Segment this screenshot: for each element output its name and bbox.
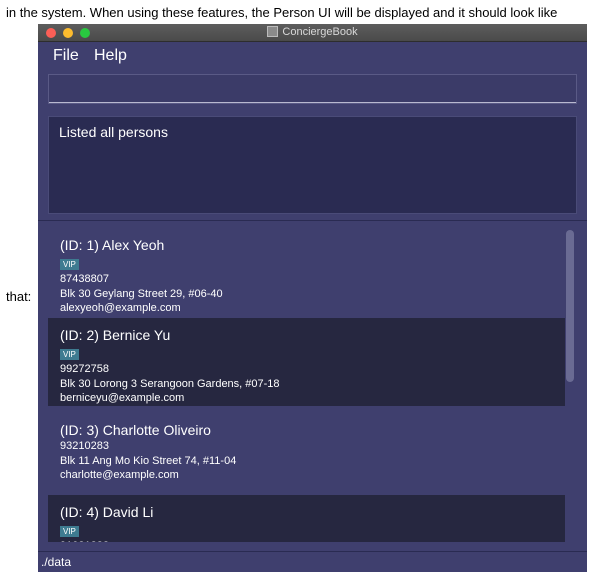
result-display: Listed all persons: [48, 116, 577, 214]
person-email: charlotte@example.com: [60, 469, 179, 481]
status-save-path: ./data: [41, 555, 72, 569]
menu-file[interactable]: File: [53, 47, 79, 65]
person-phone: 91031282: [60, 539, 553, 542]
person-title: (ID: 3) Charlotte Oliveiro: [60, 422, 211, 438]
person-card[interactable]: (ID: 2) Bernice Yu VIP 99272758 Blk 30 L…: [48, 318, 565, 406]
window-title: ConciergeBook: [282, 26, 358, 38]
person-card[interactable]: (ID: 1) Alex Yeoh VIP 87438807 Blk 30 Ge…: [48, 228, 565, 318]
window-title-wrap: ConciergeBook: [38, 25, 587, 40]
person-phone: 93210283: [60, 440, 109, 452]
person-tag: VIP: [60, 526, 79, 537]
result-text: Listed all persons: [59, 124, 168, 140]
app-window: ConciergeBook File Help Listed all perso…: [38, 24, 587, 572]
person-title: (ID: 4) David Li: [60, 504, 154, 520]
person-card[interactable]: (ID: 4) David Li VIP 91031282: [48, 495, 565, 542]
app-icon: [267, 26, 279, 37]
status-bar: ./data: [38, 551, 587, 572]
person-title: (ID: 1) Alex Yeoh: [60, 237, 165, 253]
panel-divider: [38, 220, 587, 221]
person-address: Blk 11 Ang Mo Kio Street 74, #11-04: [60, 454, 237, 467]
command-input[interactable]: [49, 75, 576, 103]
document-that-label: that:: [6, 289, 32, 304]
person-email: alexyeoh@example.com: [60, 302, 181, 314]
person-phone: 99272758: [60, 363, 109, 375]
person-tag: VIP: [60, 349, 79, 360]
menu-bar: File Help: [38, 42, 587, 70]
menu-help[interactable]: Help: [94, 47, 127, 65]
document-intro-text: in the system. When using these features…: [6, 5, 558, 20]
command-underline: [49, 102, 576, 103]
person-title: (ID: 2) Bernice Yu: [60, 327, 171, 343]
person-phone: 87438807: [60, 273, 109, 285]
person-card[interactable]: (ID: 3) Charlotte Oliveiro 93210283 Blk …: [48, 406, 565, 495]
person-email: berniceyu@example.com: [60, 392, 185, 404]
command-box: [48, 74, 577, 104]
person-list[interactable]: (ID: 1) Alex Yeoh VIP 87438807 Blk 30 Ge…: [48, 228, 565, 542]
person-tag: VIP: [60, 259, 79, 270]
title-bar[interactable]: ConciergeBook: [38, 24, 587, 42]
person-address: Blk 30 Lorong 3 Serangoon Gardens, #07-1…: [60, 377, 280, 390]
list-scrollbar-thumb[interactable]: [566, 230, 574, 382]
person-address: Blk 30 Geylang Street 29, #06-40: [60, 287, 223, 300]
